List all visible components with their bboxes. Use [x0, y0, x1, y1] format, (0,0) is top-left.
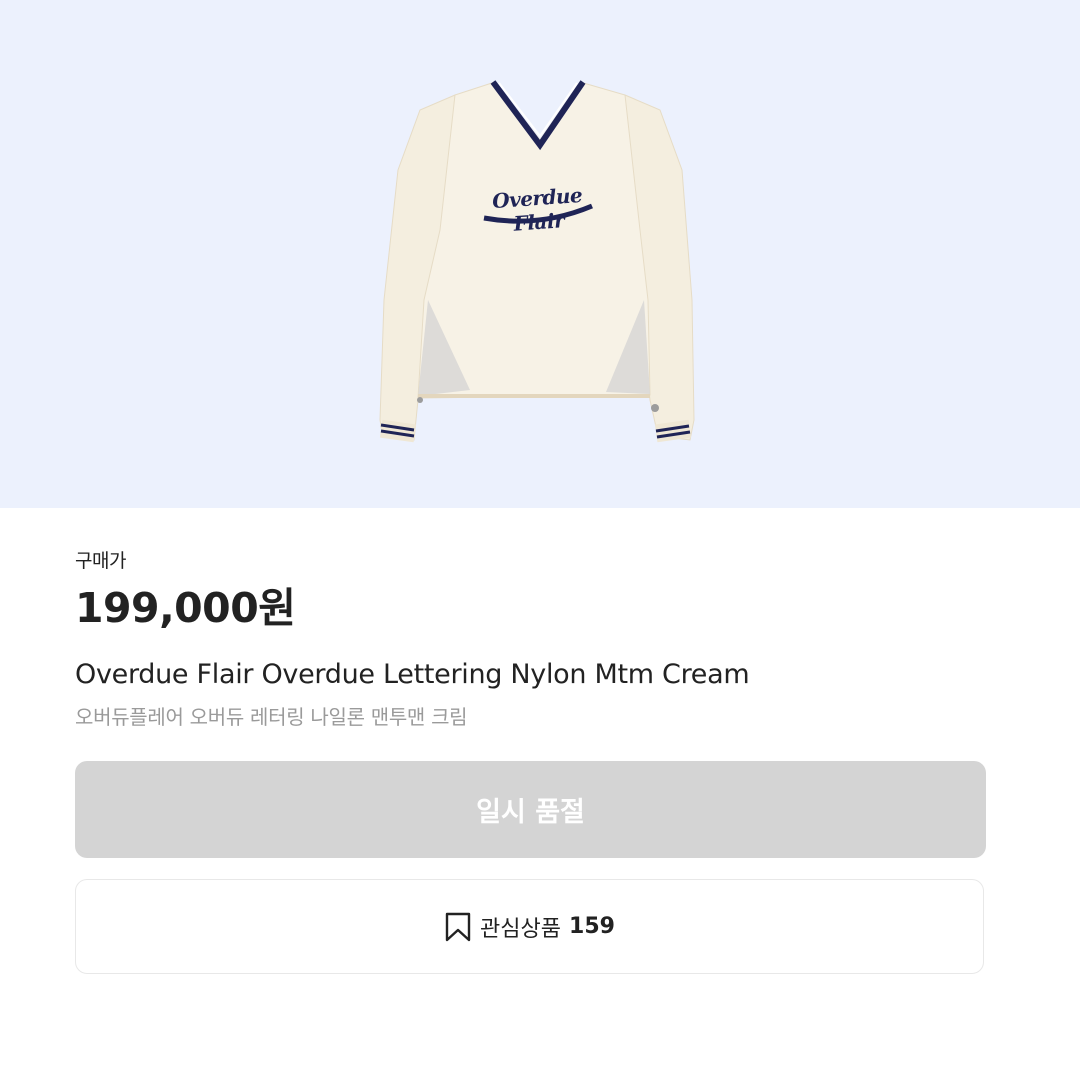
- product-print-text: Overdue Flair: [491, 182, 583, 236]
- wishlist-label: 관심상품: [480, 916, 562, 942]
- price-value: 199,000원: [75, 584, 296, 632]
- wishlist-count: 159: [569, 914, 615, 939]
- product-name-ko: 오버듀플레어 오버듀 레터링 나일론 맨투맨 크림: [75, 705, 468, 729]
- product-image-area[interactable]: Overdue Flair: [0, 0, 1080, 508]
- soldout-button[interactable]: 일시 품절: [75, 761, 986, 858]
- wishlist-button[interactable]: 관심상품 159: [75, 879, 984, 974]
- price-label: 구매가: [75, 550, 126, 572]
- soldout-label: 일시 품절: [476, 797, 585, 828]
- product-name-en: Overdue Flair Overdue Lettering Nylon Mt…: [75, 659, 750, 690]
- product-image: [379, 80, 695, 443]
- bookmark-icon: [444, 912, 472, 942]
